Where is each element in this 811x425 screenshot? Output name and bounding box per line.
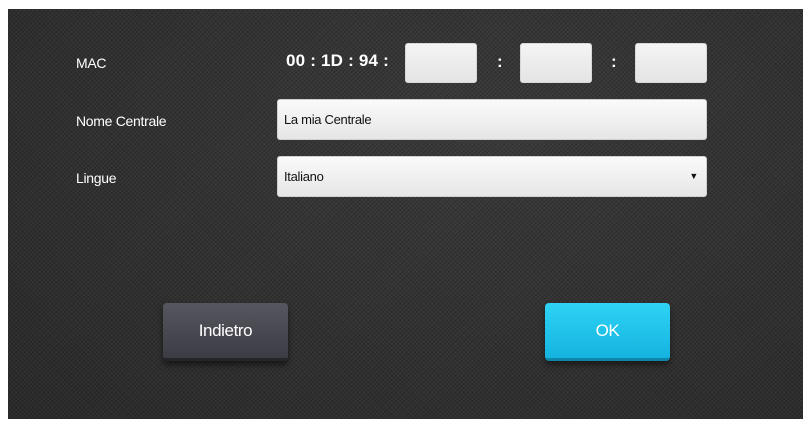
name-label: Nome Centrale bbox=[76, 113, 167, 129]
mac-label: MAC bbox=[76, 55, 107, 71]
mac-prefix: 00 : 1D : 94 : bbox=[286, 51, 389, 70]
dropdown-arrow-icon: ▼ bbox=[689, 171, 698, 181]
name-input-value: La mia Centrale bbox=[284, 112, 372, 127]
ok-button[interactable]: OK bbox=[545, 303, 670, 361]
settings-panel: MAC 00 : 1D : 94 : : : Nome Centrale La … bbox=[8, 9, 803, 419]
mac-octet-6-input[interactable] bbox=[635, 43, 707, 83]
mac-octet-5-input[interactable] bbox=[520, 43, 592, 83]
back-button[interactable]: Indietro bbox=[163, 303, 288, 361]
name-input[interactable]: La mia Centrale bbox=[277, 99, 707, 140]
language-select-value: Italiano bbox=[284, 169, 324, 184]
language-label: Lingue bbox=[76, 170, 117, 186]
mac-separator: : bbox=[497, 52, 503, 71]
mac-octet-4-input[interactable] bbox=[405, 43, 477, 83]
language-select[interactable]: Italiano ▼ bbox=[277, 156, 707, 197]
mac-separator: : bbox=[611, 52, 617, 71]
